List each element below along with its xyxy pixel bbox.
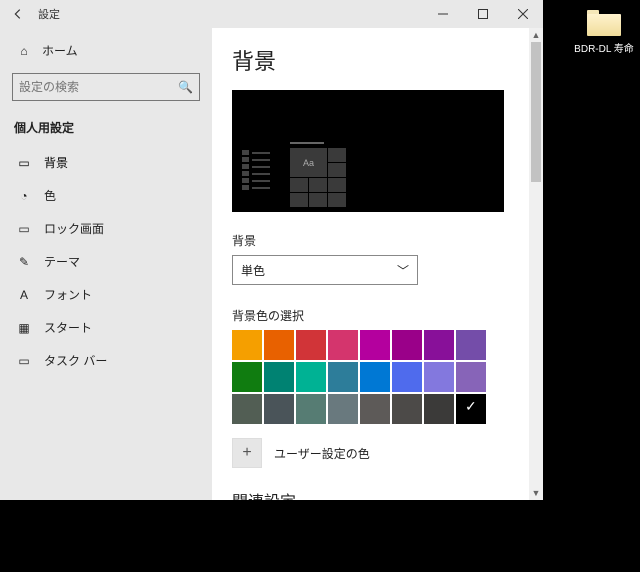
minimize-button[interactable]: [423, 0, 463, 28]
preview-list: [242, 150, 270, 190]
page-title: 背景: [232, 44, 523, 76]
scroll-thumb[interactable]: [531, 42, 541, 182]
scroll-down-button[interactable]: ▼: [529, 486, 543, 500]
color-swatch[interactable]: [360, 330, 390, 360]
scroll-track[interactable]: [529, 42, 543, 486]
sidebar-item-label: タスク バー: [44, 352, 107, 369]
minimize-icon: [438, 9, 448, 19]
desktop-icon-label: BDR-DL 寿命: [574, 40, 634, 55]
color-swatch[interactable]: [392, 394, 422, 424]
settings-window: 設定 ⌂ ホーム 🔍 個人用設定 ▭: [0, 0, 543, 500]
dropdown-value: 単色: [241, 262, 265, 279]
window-controls: [423, 0, 543, 28]
color-swatch[interactable]: [392, 362, 422, 392]
color-swatch[interactable]: [232, 362, 262, 392]
custom-color-button[interactable]: +: [232, 438, 262, 468]
color-swatch[interactable]: [328, 330, 358, 360]
sidebar-item-background[interactable]: ▭ 背景: [12, 146, 200, 179]
chevron-down-icon: ﹀: [397, 262, 409, 279]
close-icon: [518, 9, 528, 19]
color-swatch[interactable]: [232, 330, 262, 360]
color-select-label: 背景色の選択: [232, 307, 523, 324]
color-swatch[interactable]: [232, 394, 262, 424]
color-swatch[interactable]: [296, 394, 326, 424]
window-title: 設定: [38, 6, 60, 22]
sidebar-item-label: フォント: [44, 286, 92, 303]
sidebar-item-themes[interactable]: ✎ テーマ: [12, 245, 200, 278]
scroll-up-button[interactable]: ▲: [529, 28, 543, 42]
close-button[interactable]: [503, 0, 543, 28]
desktop-preview: Aa: [232, 90, 504, 212]
arrow-left-icon: [11, 7, 25, 21]
sidebar-item-lockscreen[interactable]: ▭ ロック画面: [12, 212, 200, 245]
color-swatch[interactable]: [456, 394, 486, 424]
sidebar-item-colors[interactable]: ◔ 色: [12, 179, 200, 212]
section-header: 個人用設定: [14, 119, 200, 136]
background-dropdown[interactable]: 単色 ﹀: [232, 255, 418, 285]
sidebar-item-label: テーマ: [44, 253, 80, 270]
start-icon: ▦: [16, 321, 32, 335]
search-input[interactable]: [19, 80, 178, 94]
taskbar-icon: ▭: [16, 354, 32, 368]
color-swatch[interactable]: [264, 394, 294, 424]
home-link[interactable]: ⌂ ホーム: [12, 36, 200, 65]
custom-color-row: + ユーザー設定の色: [232, 438, 523, 468]
search-icon: 🔍: [178, 80, 193, 94]
custom-color-label: ユーザー設定の色: [274, 445, 370, 462]
sidebar-item-taskbar[interactable]: ▭ タスク バー: [12, 344, 200, 377]
home-label: ホーム: [42, 42, 78, 59]
lockscreen-icon: ▭: [16, 222, 32, 236]
preview-tiles: Aa: [290, 142, 346, 207]
color-swatch[interactable]: [360, 362, 390, 392]
color-swatch[interactable]: [360, 394, 390, 424]
color-swatch[interactable]: [328, 394, 358, 424]
color-swatch[interactable]: [328, 362, 358, 392]
color-swatches: [232, 330, 523, 424]
background-label: 背景: [232, 232, 523, 249]
folder-icon: [587, 10, 621, 36]
color-swatch[interactable]: [264, 362, 294, 392]
sidebar-item-label: 色: [44, 187, 56, 204]
content-pane: 背景 Aa: [212, 28, 543, 500]
color-swatch[interactable]: [424, 362, 454, 392]
plus-icon: +: [242, 444, 251, 462]
color-swatch[interactable]: [392, 330, 422, 360]
maximize-button[interactable]: [463, 0, 503, 28]
related-settings-header: 関連設定: [232, 488, 523, 500]
desktop-folder-icon[interactable]: BDR-DL 寿命: [574, 10, 634, 55]
sidebar-item-fonts[interactable]: A フォント: [12, 278, 200, 311]
color-swatch[interactable]: [264, 330, 294, 360]
sidebar-item-label: ロック画面: [44, 220, 104, 237]
color-swatch[interactable]: [296, 330, 326, 360]
color-swatch[interactable]: [456, 330, 486, 360]
font-icon: A: [16, 288, 32, 302]
search-box[interactable]: 🔍: [12, 73, 200, 101]
sidebar-item-label: 背景: [44, 154, 68, 171]
color-swatch[interactable]: [296, 362, 326, 392]
home-icon: ⌂: [16, 44, 32, 58]
back-button[interactable]: [6, 0, 30, 28]
vertical-scrollbar[interactable]: ▲ ▼: [529, 28, 543, 500]
theme-icon: ✎: [16, 255, 32, 269]
picture-icon: ▭: [16, 156, 32, 170]
sidebar-item-start[interactable]: ▦ スタート: [12, 311, 200, 344]
preview-aa: Aa: [290, 148, 327, 177]
color-swatch[interactable]: [456, 362, 486, 392]
sidebar: ⌂ ホーム 🔍 個人用設定 ▭ 背景 ◔ 色 ▭ ロック画面 ✎: [0, 28, 212, 500]
palette-icon: ◔: [16, 189, 32, 203]
titlebar: 設定: [0, 0, 543, 28]
maximize-icon: [478, 9, 488, 19]
color-swatch[interactable]: [424, 330, 454, 360]
color-swatch[interactable]: [424, 394, 454, 424]
sidebar-item-label: スタート: [44, 319, 92, 336]
